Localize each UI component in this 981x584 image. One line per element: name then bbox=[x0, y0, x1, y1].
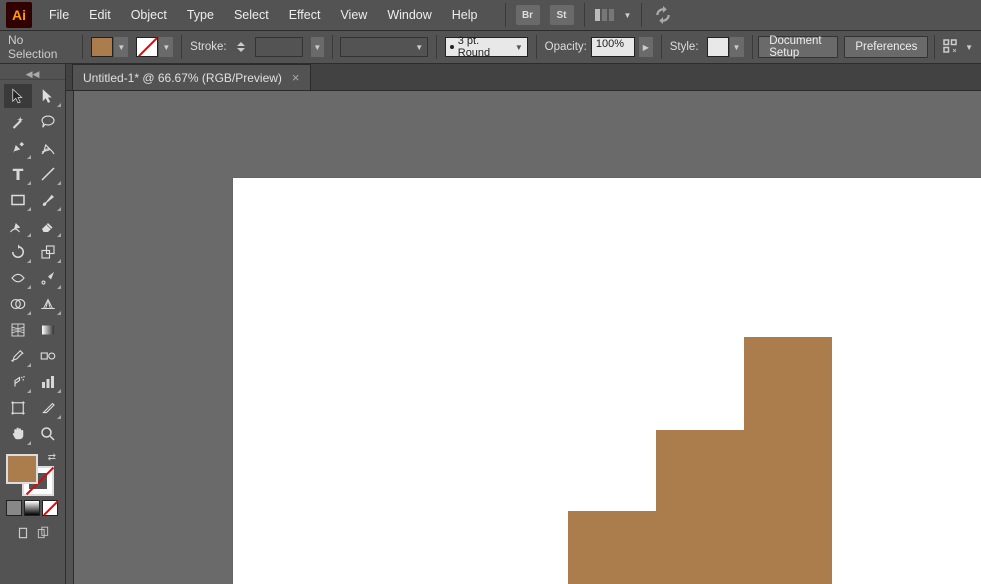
chevron-down-icon: ▼ bbox=[114, 37, 128, 57]
divider bbox=[641, 3, 642, 27]
line-segment-tool[interactable] bbox=[34, 162, 62, 186]
hand-tool[interactable] bbox=[4, 422, 32, 446]
width-tool[interactable] bbox=[4, 266, 32, 290]
zoom-tool[interactable] bbox=[34, 422, 62, 446]
document-tab-title: Untitled-1* @ 66.67% (RGB/Preview) bbox=[83, 71, 282, 85]
chevron-down-icon: ▼ bbox=[159, 37, 173, 57]
eyedropper-tool[interactable] bbox=[4, 344, 32, 368]
fill-stroke-indicator[interactable]: ⇄ bbox=[6, 454, 54, 496]
stroke-weight-stepper[interactable] bbox=[235, 37, 247, 57]
document-tab[interactable]: Untitled-1* @ 66.67% (RGB/Preview) × bbox=[72, 64, 311, 90]
chevron-down-icon[interactable]: ▼ bbox=[624, 11, 632, 20]
arrange-documents-button[interactable] bbox=[595, 9, 614, 21]
style-label: Style: bbox=[670, 41, 699, 53]
artwork-shape[interactable] bbox=[568, 511, 658, 584]
stock-button[interactable]: St bbox=[550, 5, 574, 25]
menu-select[interactable]: Select bbox=[225, 4, 278, 26]
gradient-mode-button[interactable] bbox=[24, 500, 40, 516]
brush-preset-label: 3 pt. Round bbox=[458, 35, 511, 59]
chevron-down-icon[interactable]: ▼ bbox=[965, 43, 973, 52]
divider bbox=[752, 35, 753, 59]
swap-fill-stroke-icon[interactable]: ⇄ bbox=[48, 452, 56, 463]
slice-tool[interactable] bbox=[34, 396, 62, 420]
menu-view[interactable]: View bbox=[331, 4, 376, 26]
artwork-shape[interactable] bbox=[744, 337, 832, 584]
curvature-tool[interactable] bbox=[34, 136, 62, 160]
menu-edit[interactable]: Edit bbox=[80, 4, 120, 26]
magic-wand-tool[interactable] bbox=[4, 110, 32, 134]
menu-file[interactable]: File bbox=[40, 4, 78, 26]
color-mode-button[interactable] bbox=[6, 500, 22, 516]
canvas[interactable] bbox=[66, 91, 981, 584]
variable-width-profile-dropdown[interactable]: ▼ bbox=[340, 37, 428, 57]
divider bbox=[332, 35, 333, 59]
free-transform-tool[interactable] bbox=[34, 266, 62, 290]
rotate-tool[interactable] bbox=[4, 240, 32, 264]
document-setup-button[interactable]: Document Setup bbox=[758, 36, 838, 58]
menu-window[interactable]: Window bbox=[378, 4, 440, 26]
divider bbox=[584, 3, 585, 27]
fill-swatch bbox=[91, 37, 113, 57]
artwork-shape[interactable] bbox=[656, 430, 746, 584]
app-logo: Ai bbox=[6, 2, 32, 28]
panel-collapse-handle[interactable]: ◀◀ bbox=[0, 70, 65, 80]
menu-object[interactable]: Object bbox=[122, 4, 176, 26]
mesh-tool[interactable] bbox=[4, 318, 32, 342]
draw-normal-icon[interactable] bbox=[15, 526, 31, 543]
selection-status: No Selection bbox=[8, 33, 68, 61]
column-graph-tool[interactable] bbox=[34, 370, 62, 394]
draw-behind-icon[interactable] bbox=[35, 526, 51, 543]
eraser-tool[interactable] bbox=[34, 214, 62, 238]
divider bbox=[436, 35, 437, 59]
graphic-style-dropdown[interactable]: ▼ bbox=[707, 37, 744, 57]
divider bbox=[661, 35, 662, 59]
menu-type[interactable]: Type bbox=[178, 4, 223, 26]
divider bbox=[536, 35, 537, 59]
artboard-tool[interactable] bbox=[4, 396, 32, 420]
divider bbox=[82, 35, 83, 59]
chevron-down-icon[interactable]: ▼ bbox=[311, 37, 323, 57]
menu-effect[interactable]: Effect bbox=[280, 4, 330, 26]
none-mode-button[interactable] bbox=[42, 500, 58, 516]
lasso-tool[interactable] bbox=[34, 110, 62, 134]
opacity-label: Opacity: bbox=[545, 41, 587, 53]
tools-panel: ◀◀ bbox=[0, 64, 66, 584]
align-to-icon[interactable] bbox=[941, 37, 959, 58]
shape-builder-tool[interactable] bbox=[4, 292, 32, 316]
panel-gutter bbox=[66, 91, 74, 584]
gpu-preview-icon[interactable] bbox=[652, 6, 674, 24]
blend-tool[interactable] bbox=[34, 344, 62, 368]
fill-color-swatch[interactable] bbox=[6, 454, 38, 484]
perspective-grid-tool[interactable] bbox=[34, 292, 62, 316]
preferences-button[interactable]: Preferences bbox=[844, 36, 928, 58]
gradient-tool[interactable] bbox=[34, 318, 62, 342]
stroke-label: Stroke: bbox=[190, 41, 226, 53]
direct-selection-tool[interactable] bbox=[34, 84, 62, 108]
stroke-weight-field[interactable] bbox=[255, 37, 303, 57]
bridge-button[interactable]: Br bbox=[516, 5, 540, 25]
pen-tool[interactable] bbox=[4, 136, 32, 160]
brush-definition-dropdown[interactable]: 3 pt. Round ▼ bbox=[445, 37, 528, 57]
chevron-down-icon: ▼ bbox=[730, 37, 744, 57]
close-tab-icon[interactable]: × bbox=[292, 70, 300, 85]
divider bbox=[934, 35, 935, 59]
scale-tool[interactable] bbox=[34, 240, 62, 264]
menu-help[interactable]: Help bbox=[443, 4, 487, 26]
chevron-right-icon[interactable]: ▶ bbox=[639, 37, 653, 57]
paintbrush-tool[interactable] bbox=[34, 188, 62, 212]
fill-swatch-dropdown[interactable]: ▼ bbox=[91, 37, 128, 57]
style-swatch bbox=[707, 37, 729, 57]
rectangle-tool[interactable] bbox=[4, 188, 32, 212]
shaper-tool[interactable] bbox=[4, 214, 32, 238]
selection-tool[interactable] bbox=[4, 84, 32, 108]
stroke-swatch-dropdown[interactable]: ▼ bbox=[136, 37, 173, 57]
symbol-sprayer-tool[interactable] bbox=[4, 370, 32, 394]
opacity-field[interactable]: 100% bbox=[591, 37, 635, 57]
type-tool[interactable] bbox=[4, 162, 32, 186]
no-stroke-swatch bbox=[136, 37, 158, 57]
divider bbox=[181, 35, 182, 59]
divider bbox=[505, 3, 506, 27]
